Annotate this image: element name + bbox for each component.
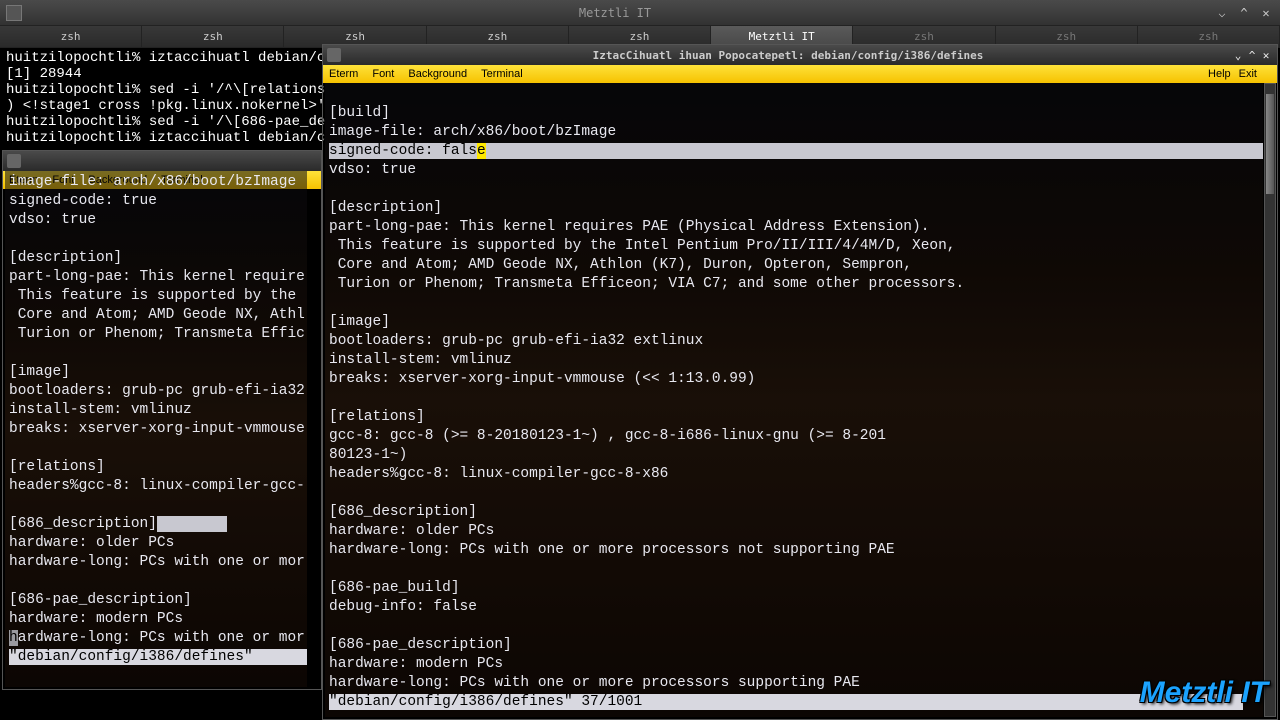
question-icon: [7, 154, 21, 168]
tab-0[interactable]: zsh: [0, 26, 142, 47]
menu-terminal[interactable]: Terminal: [481, 68, 523, 80]
menu-help[interactable]: Help: [1208, 68, 1231, 80]
eterm-right-content[interactable]: [build] image-file: arch/x86/boot/bzImag…: [325, 83, 1263, 717]
menu-background[interactable]: Background: [408, 68, 467, 80]
eterm-close-icon[interactable]: ✕: [1259, 49, 1273, 62]
eterm-window-left: EtermFontBackgroundTerminal image-file: …: [2, 150, 322, 690]
eterm-menu-right: Eterm Font Background Terminal Help Exit: [323, 65, 1277, 83]
maximize-button[interactable]: ^: [1236, 5, 1252, 21]
menu-exit[interactable]: Exit: [1239, 68, 1257, 80]
scrollbar[interactable]: [1264, 83, 1276, 717]
close-button[interactable]: ✕: [1258, 5, 1274, 21]
window-title: Metztli IT: [22, 6, 1208, 20]
eterm-left-content[interactable]: image-file: arch/x86/boot/bzImage signed…: [5, 171, 307, 687]
menu-font[interactable]: Font: [372, 68, 394, 80]
question-icon: [327, 48, 341, 62]
eterm-min-icon[interactable]: ⌄: [1231, 49, 1245, 62]
eterm-right-title: IztacCihuatl ihuan Popocatepetl: debian/…: [345, 49, 1231, 62]
eterm-window-right: IztacCihuatl ihuan Popocatepetl: debian/…: [322, 44, 1278, 720]
main-window-titlebar: Metztli IT ⌵ ^ ✕: [0, 0, 1280, 26]
tab-1[interactable]: zsh: [142, 26, 284, 47]
eterm-left-titlebar[interactable]: [3, 151, 321, 171]
scrollbar-thumb[interactable]: [1266, 94, 1274, 194]
app-icon: [6, 5, 22, 21]
eterm-max-icon[interactable]: ^: [1245, 49, 1259, 62]
minimize-button[interactable]: ⌵: [1214, 5, 1230, 21]
menu-eterm[interactable]: Eterm: [329, 68, 358, 80]
eterm-right-titlebar[interactable]: IztacCihuatl ihuan Popocatepetl: debian/…: [323, 45, 1277, 65]
